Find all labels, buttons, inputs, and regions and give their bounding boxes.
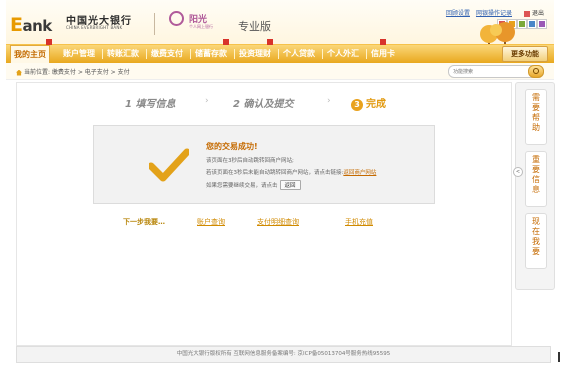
more-functions-button[interactable]: 更多功能 [502, 46, 548, 62]
header: Eank 中国光大银行 CHINA EVERBRIGHT BANK 阳光 个人网… [6, 0, 554, 54]
step-number-badge: 3 [351, 99, 363, 111]
text-cursor [558, 352, 560, 362]
theme-swatch-blue[interactable] [528, 20, 536, 28]
nav-item-forex[interactable]: 个人外汇 [324, 46, 362, 61]
logo-letter: E [10, 14, 23, 36]
breadcrumb: 当前位置: 缴费支付 > 电子支付 > 支付 [16, 67, 130, 76]
important-info-button[interactable]: 重要信息 [525, 151, 547, 207]
nav-item-payment[interactable]: 缴费支付 [148, 46, 186, 61]
nav-item-loans[interactable]: 个人贷款 [280, 46, 318, 61]
search-icon[interactable] [528, 65, 544, 78]
main-nav: 我的主页 账户管理 转账汇款 缴费支付 储蓄存款 投资理财 个人贷款 个人外汇 … [6, 39, 554, 64]
continue-line: 如果您需要继续交易，请点击 返回 [206, 180, 301, 190]
theme-swatch-purple[interactable] [538, 20, 546, 28]
continue-text: 如果您需要继续交易，请点击 [206, 183, 278, 189]
page: Eank 中国光大银行 CHINA EVERBRIGHT BANK 阳光 个人网… [0, 0, 573, 386]
ebank-logo: Eank [10, 14, 52, 36]
new-badge [267, 39, 273, 45]
step-label: 填写信息 [135, 99, 176, 110]
success-title: 您的交易成功! [206, 142, 258, 151]
nav-item-home[interactable]: 我的主页 [10, 45, 50, 63]
bank-name-en: CHINA EVERBRIGHT BANK [66, 25, 123, 30]
nav-separator [322, 49, 323, 59]
new-badge [46, 39, 52, 45]
collapse-toggle[interactable]: < [513, 167, 523, 177]
exit-button[interactable]: 退出 [523, 8, 544, 17]
chevron-right-icon: › [327, 96, 331, 106]
function-search [448, 65, 544, 78]
next-step-label: 下一步我要… [123, 218, 165, 226]
settings-link[interactable]: 回顾设置 [446, 8, 470, 17]
manual-redirect-text: 若该页面在3秒后未能自动跳转回商户网站，请点击链接: [206, 170, 344, 176]
i-want-button[interactable]: 现在我要 [525, 213, 547, 269]
footer: 中国光大银行版权所有 互联网信息服务备案编号: 京ICP备05013704号服务… [16, 346, 551, 363]
main-content: 1 填写信息 › 2 确认及提交 › 3 完成 您的交易成功! 该页面在3秒后自动… [16, 82, 512, 346]
side-panel: < 需要帮助 重要信息 现在我要 [513, 82, 555, 290]
return-merchant-link[interactable]: 返回商户网站 [343, 170, 376, 176]
mobile-recharge-link[interactable]: 手机充值 [345, 217, 373, 227]
nav-separator [234, 49, 235, 59]
step-number: 2 [233, 99, 240, 110]
important-info-label: 重要信息 [532, 155, 540, 194]
header-divider [154, 13, 155, 35]
help-button[interactable]: 需要帮助 [525, 89, 547, 145]
exit-icon [523, 10, 530, 17]
nav-separator [102, 49, 103, 59]
nav-item-credit-card[interactable]: 信用卡 [368, 46, 398, 61]
step-number: 1 [125, 99, 132, 110]
step-3-current: 3 完成 [351, 95, 386, 111]
payment-detail-query-link[interactable]: 支付明细查询 [257, 217, 299, 227]
nav-separator [366, 49, 367, 59]
progress-steps: 1 填写信息 › 2 确认及提交 › 3 完成 [17, 95, 511, 111]
nav-separator [146, 49, 147, 59]
sunshine-logo-icon [169, 11, 184, 26]
result-panel: 您的交易成功! 该页面在3秒后自动跳转回商户网站; 若该页面在3秒后未能自动跳转… [93, 125, 435, 204]
nav-separator [278, 49, 279, 59]
step-2: 2 确认及提交 [233, 95, 293, 110]
checkmark-icon [149, 148, 189, 182]
help-label: 需要帮助 [532, 93, 540, 132]
new-badge [223, 39, 229, 45]
sunshine-subtitle: 个人网上银行 [189, 24, 213, 29]
nav-separator [190, 49, 191, 59]
account-query-link[interactable]: 账户查询 [197, 217, 225, 227]
home-icon [16, 69, 22, 76]
search-input[interactable] [453, 66, 523, 77]
step-label: 确认及提交 [243, 99, 294, 110]
step-label: 完成 [366, 99, 386, 110]
breadcrumb-text: 当前位置: 缴费支付 > 电子支付 > 支付 [24, 69, 130, 76]
nav-item-accounts[interactable]: 账户管理 [60, 46, 98, 61]
breadcrumb-bar: 当前位置: 缴费支付 > 电子支付 > 支付 [6, 63, 554, 80]
redirect-notice: 该页面在3秒后自动跳转回商户网站; [206, 158, 294, 164]
operation-log-link[interactable]: 网银操作记录 [476, 8, 512, 17]
top-links: 回顾设置 网银操作记录 [446, 8, 512, 17]
i-want-label: 现在我要 [532, 217, 540, 256]
return-button[interactable]: 返回 [279, 180, 301, 190]
exit-label: 退出 [531, 10, 544, 17]
edition-label: 专业版 [238, 20, 271, 33]
logo-text: ank [22, 17, 52, 35]
nav-item-deposits[interactable]: 储蓄存款 [192, 46, 230, 61]
manual-redirect-line: 若该页面在3秒后未能自动跳转回商户网站，请点击链接:返回商户网站 [206, 168, 376, 176]
next-actions: 下一步我要… 账户查询 支付明细查询 手机充值 [17, 217, 511, 229]
nav-item-investment[interactable]: 投资理财 [236, 46, 274, 61]
chevron-right-icon: › [205, 96, 209, 106]
step-1: 1 填写信息 [125, 95, 175, 110]
nav-item-transfer[interactable]: 转账汇款 [104, 46, 142, 61]
new-badge [380, 39, 386, 45]
